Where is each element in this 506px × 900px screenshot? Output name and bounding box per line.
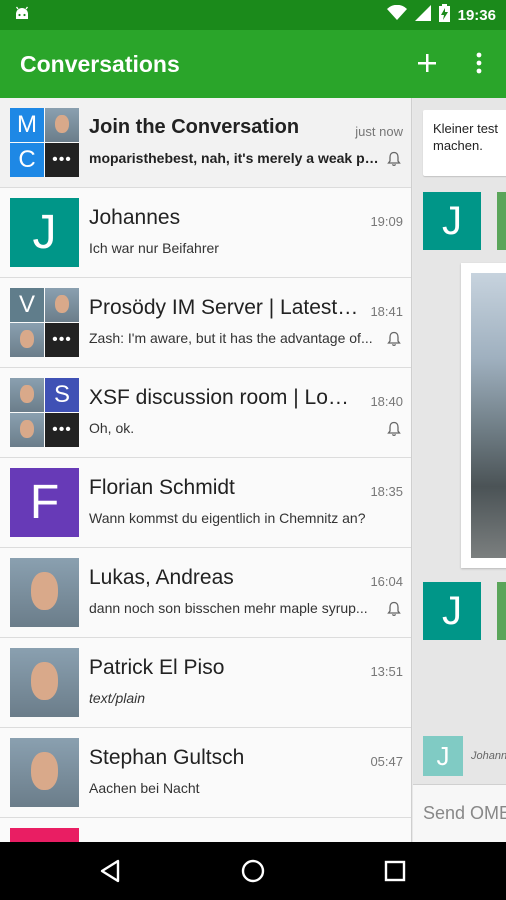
more-participants-tile: •••: [45, 413, 79, 447]
last-message-preview: Zash: I'm aware, but it has the advantag…: [89, 330, 373, 346]
message-input-placeholder: Send OMEMO: [423, 803, 506, 823]
conversation-time: 18:40: [370, 394, 403, 409]
conversation-time: 16:04: [370, 574, 403, 589]
contact-avatar: [10, 828, 79, 842]
last-message-preview: Wann kommst du eigentlich in Chemnitz an…: [89, 510, 366, 526]
notification-bell-icon: [387, 421, 401, 437]
conversation-name: Florian Schmidt: [89, 476, 235, 499]
conversation-time: 19:09: [370, 214, 403, 229]
home-button[interactable]: [238, 856, 268, 886]
contact-avatar: F: [10, 468, 79, 537]
conversation-name: Johannes: [89, 206, 181, 229]
last-message-preview: Aachen bei Nacht: [89, 780, 200, 796]
participant-photo: [10, 323, 44, 357]
recents-icon: [384, 860, 406, 882]
app-title: Conversations: [20, 51, 180, 77]
participant-photo: [45, 108, 79, 142]
more-participants-tile: •••: [45, 323, 79, 357]
conversation-time: just now: [355, 124, 403, 139]
message-bubble: Kleiner test machen.: [423, 110, 506, 176]
conversation-name: Join the Conversation: [89, 116, 300, 138]
conversation-row[interactable]: V ••• Prosödy IM Server | Latest v... 18:41…: [0, 278, 411, 368]
participant-photo: [45, 288, 79, 322]
conversation-name: Stephan Gultsch: [89, 746, 245, 769]
android-notification-icon: [13, 6, 31, 27]
participant-photo: [10, 413, 44, 447]
conversation-row[interactable]: J Johannes 19:09 Ich war nur Beifahrer: [0, 188, 411, 278]
last-message-preview: text/plain: [89, 690, 146, 706]
conversation-time: 05:47: [370, 754, 403, 769]
app-bar: Conversations: [0, 30, 506, 98]
signal-icon: [414, 4, 431, 26]
outgoing-bubble-edge: [497, 192, 506, 250]
message-input[interactable]: Send OMEMO: [413, 784, 506, 842]
conversation-row[interactable]: Lukas, Andreas 16:04 dann noch son bissche…: [0, 548, 411, 638]
contact-avatar: J: [10, 198, 79, 267]
conversation-row[interactable]: S ••• XSF discussion room | Logs... 18:40 Oh…: [0, 368, 411, 458]
conversation-row[interactable]: M C ••• Join the Conversation just now mopari…: [0, 98, 411, 188]
back-button[interactable]: [96, 856, 126, 886]
last-message-preview: dann noch son bisschen mehr maple syrup.…: [89, 600, 368, 616]
conversation-time: 18:41: [370, 304, 403, 319]
clock: 19:36: [457, 6, 496, 24]
overflow-menu-button[interactable]: [467, 46, 491, 80]
conversation-row[interactable]: [0, 818, 411, 842]
contact-avatar[interactable]: J: [423, 192, 481, 250]
read-marker-avatar: J: [423, 736, 463, 776]
participant-letter-tile: C: [10, 143, 44, 177]
conversation-time: 13:51: [370, 664, 403, 679]
participant-photo: [10, 378, 44, 412]
conversation-name: XSF discussion room | Logs...: [89, 386, 359, 409]
home-icon: [241, 859, 265, 883]
conversation-name: Prosödy IM Server | Latest v...: [89, 296, 359, 319]
participant-letter-tile: S: [45, 378, 79, 412]
chat-pane[interactable]: Kleiner test machen. J J J Johannes Send…: [413, 98, 506, 842]
status-bar: 19:36: [0, 0, 506, 30]
participant-letter-tile: M: [10, 108, 44, 142]
image-message[interactable]: [461, 263, 506, 568]
conversation-name: Lukas, Andreas: [89, 566, 234, 589]
sender-name: Johannes: [471, 750, 506, 762]
conversation-row[interactable]: F Florian Schmidt 18:35 Wann kommst du eige…: [0, 458, 411, 548]
participant-letter-tile: V: [10, 288, 44, 322]
conversation-list[interactable]: M C ••• Join the Conversation just now mopari…: [0, 98, 412, 842]
plus-icon: [418, 54, 436, 72]
conversation-name: Patrick El Piso: [89, 656, 225, 679]
last-message-preview: moparisthebest, nah, it's merely a weak …: [89, 150, 379, 166]
more-participants-tile: •••: [45, 143, 79, 177]
last-message-preview: Oh, ok.: [89, 420, 135, 436]
contact-photo: [10, 558, 79, 627]
outgoing-bubble-edge: [497, 582, 506, 640]
city-photo: [471, 273, 506, 558]
conversation-time: 18:35: [370, 484, 403, 499]
group-avatar: S •••: [10, 378, 79, 447]
back-icon: [100, 859, 120, 883]
notification-bell-icon: [387, 151, 401, 167]
contact-photo: [10, 738, 79, 807]
battery-charging-icon: [438, 3, 450, 27]
contact-photo: [10, 648, 79, 717]
more-vert-icon: [476, 52, 482, 74]
group-avatar: M C •••: [10, 108, 79, 177]
navigation-bar: [0, 842, 506, 900]
conversation-row[interactable]: Stephan Gultsch 05:47 Aachen bei Nacht: [0, 728, 411, 818]
contact-avatar[interactable]: J: [423, 582, 481, 640]
notification-bell-icon: [387, 331, 401, 347]
new-conversation-button[interactable]: [410, 46, 444, 80]
conversation-row[interactable]: Patrick El Piso 13:51 text/plain: [0, 638, 411, 728]
notification-bell-icon: [387, 601, 401, 617]
recents-button[interactable]: [380, 856, 410, 886]
last-message-preview: Ich war nur Beifahrer: [89, 240, 219, 256]
wifi-icon: [386, 4, 407, 26]
group-avatar: V •••: [10, 288, 79, 357]
